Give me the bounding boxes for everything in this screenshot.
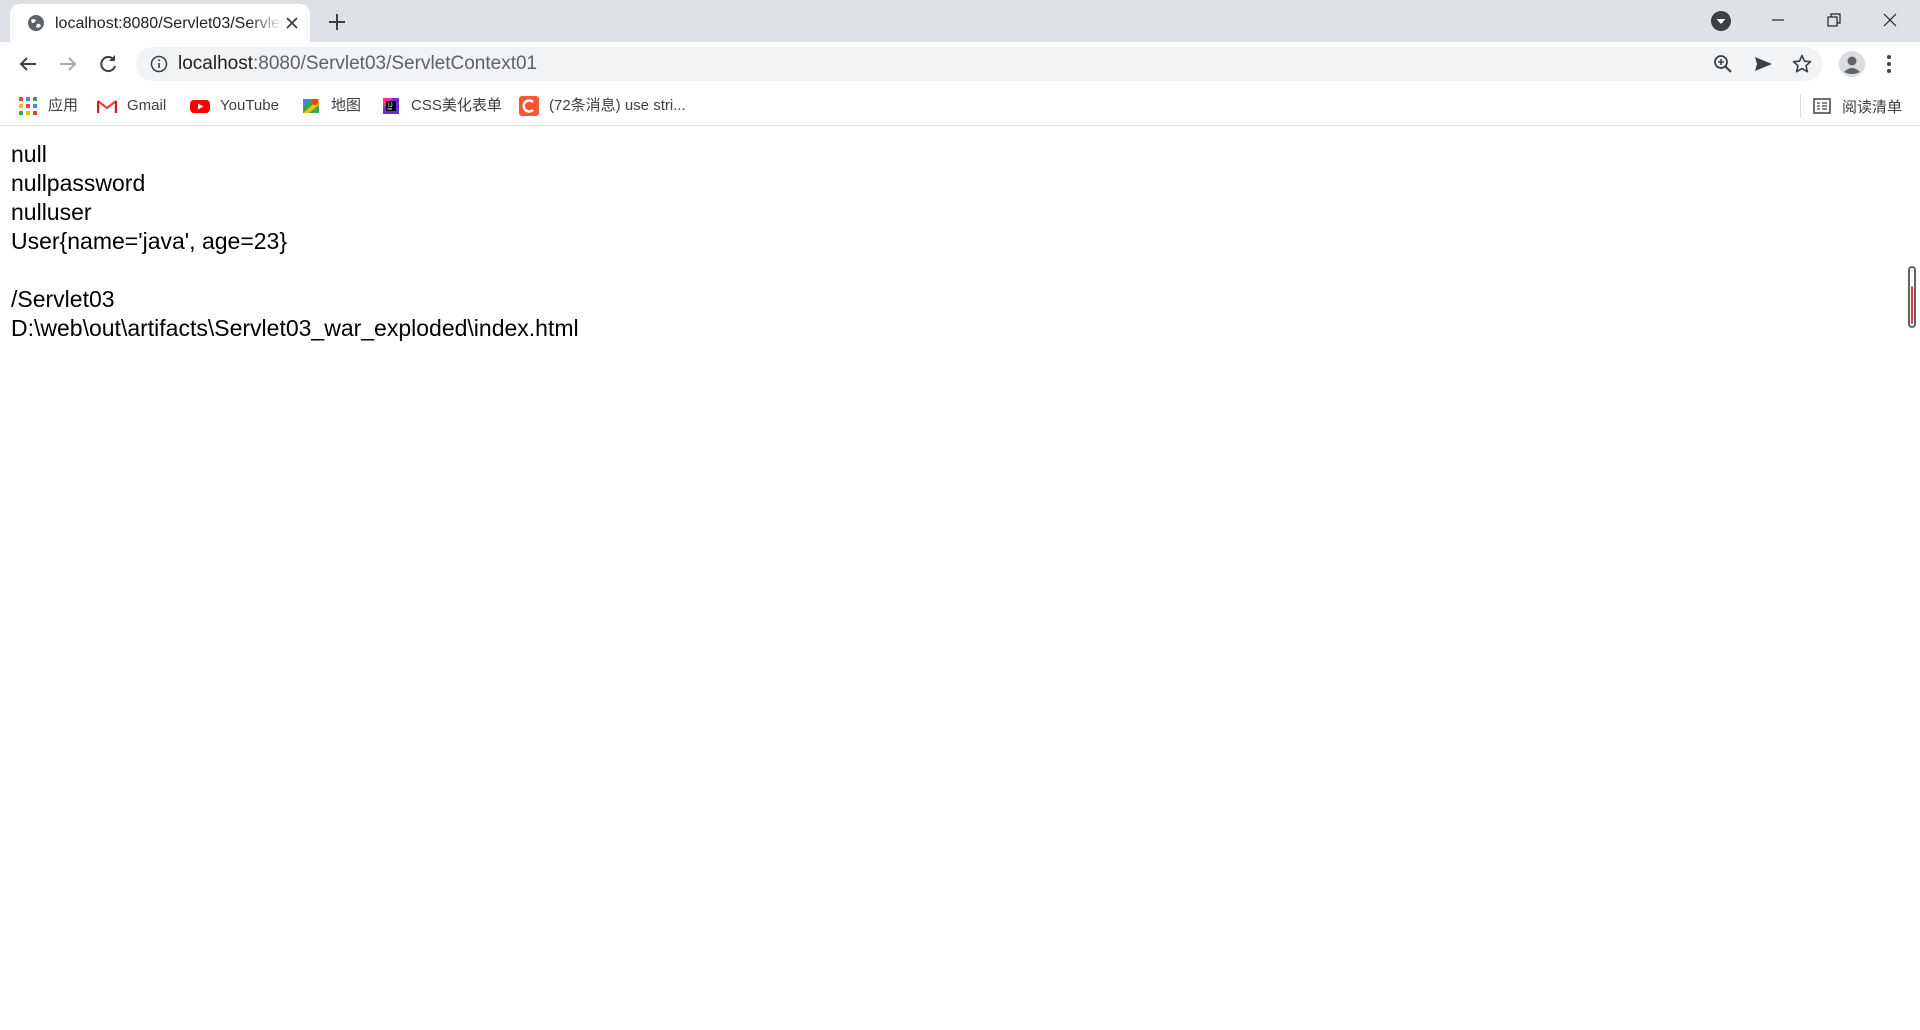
url-text[interactable]: localhost:8080/Servlet03/ServletContext0…: [178, 54, 537, 74]
zoom-icon[interactable]: [1712, 53, 1734, 75]
maps-icon: [301, 96, 321, 116]
bookmark-star-icon[interactable]: [1791, 53, 1813, 75]
bookmarks-bar: 应用 Gmail YouTube 地图 IJ CSS美化表单 (72条消息) u…: [0, 86, 1920, 126]
bookmark-youtube[interactable]: YouTube: [190, 95, 279, 117]
forward-icon[interactable]: [54, 50, 82, 78]
bookmark-label: (72条消息) use stri...: [549, 97, 686, 114]
bookmark-apps[interactable]: 应用: [18, 95, 78, 117]
tab-strip: localhost:8080/Servlet03/ServletContext0…: [0, 0, 1920, 42]
output-line: /Servlet03: [11, 286, 115, 312]
bookmark-label: Gmail: [127, 97, 167, 114]
site-info-icon[interactable]: [150, 55, 168, 73]
output-line: D:\web\out\artifacts\Servlet03_war_explo…: [11, 315, 579, 341]
output-line: User{name='java', age=23}: [11, 228, 288, 254]
tab-search-icon[interactable]: [1710, 10, 1732, 32]
close-window-icon[interactable]: [1862, 0, 1918, 40]
gmail-icon: [96, 96, 118, 116]
page-content: null nullpassword nulluser User{name='ja…: [0, 126, 1920, 1030]
svg-text:IJ: IJ: [388, 103, 393, 109]
scroll-indicator-accent: [1911, 286, 1913, 324]
bookmark-gmail[interactable]: Gmail: [96, 95, 167, 117]
output-line: null: [11, 141, 47, 167]
restore-icon[interactable]: [1806, 0, 1862, 40]
back-icon[interactable]: [14, 50, 42, 78]
close-tab-icon[interactable]: [282, 13, 302, 33]
address-bar[interactable]: localhost:8080/Servlet03/ServletContext0…: [136, 47, 1822, 81]
bookmark-label: CSS美化表单: [411, 97, 502, 114]
bookmarks-divider: [1800, 94, 1801, 118]
bookmark-maps[interactable]: 地图: [301, 95, 361, 117]
more-menu-icon[interactable]: [1882, 52, 1896, 76]
globe-icon: [26, 13, 46, 33]
reading-list-icon: [1812, 96, 1832, 116]
bookmark-label: 应用: [48, 97, 79, 114]
bookmark-css-form[interactable]: IJ CSS美化表单: [381, 95, 502, 117]
active-tab[interactable]: localhost:8080/Servlet03/ServletContext0…: [10, 4, 310, 42]
apps-grid-icon: [18, 96, 38, 116]
toolbar: localhost:8080/Servlet03/ServletContext0…: [0, 42, 1920, 86]
bookmark-csdn[interactable]: (72条消息) use stri...: [519, 95, 686, 117]
minimize-icon[interactable]: [1750, 0, 1806, 40]
tab-title: localhost:8080/Servlet03/ServletContext0…: [55, 15, 283, 32]
url-host: localhost: [178, 53, 253, 74]
output-line: nulluser: [11, 199, 92, 225]
url-path: :8080/Servlet03/ServletContext01: [253, 53, 538, 74]
new-tab-icon[interactable]: [324, 9, 350, 35]
reading-list-button[interactable]: 阅读清单: [1812, 95, 1902, 117]
reading-list-label: 阅读清单: [1842, 98, 1903, 116]
csdn-icon: [519, 96, 539, 116]
scroll-indicator[interactable]: [1908, 266, 1916, 328]
servlet-output: null nullpassword nulluser User{name='ja…: [11, 140, 579, 343]
browser-window: localhost:8080/Servlet03/ServletContext0…: [0, 0, 1920, 1030]
bookmark-label: YouTube: [220, 97, 279, 114]
output-line: nullpassword: [11, 170, 146, 196]
profile-avatar-icon[interactable]: [1838, 50, 1866, 78]
jetbrains-icon: IJ: [381, 96, 401, 116]
youtube-icon: [190, 96, 210, 116]
bookmark-label: 地图: [331, 97, 362, 114]
send-icon[interactable]: [1752, 53, 1774, 75]
reload-icon[interactable]: [94, 50, 122, 78]
